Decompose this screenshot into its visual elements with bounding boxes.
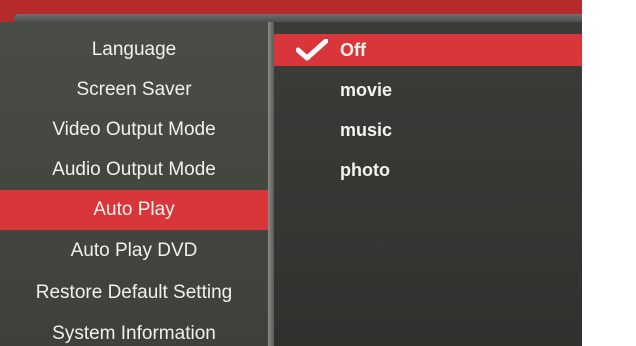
- checkmark-icon: [296, 39, 328, 61]
- menu-item-label: Auto Play: [93, 199, 175, 220]
- menu-item-audio-output-mode[interactable]: Audio Output Mode: [0, 150, 268, 190]
- menu-item-language[interactable]: Language: [0, 30, 268, 70]
- option-photo[interactable]: photo: [274, 154, 582, 186]
- menu-item-label: Restore Default Setting: [35, 282, 233, 303]
- menu-item-label: Auto Play DVD: [70, 240, 198, 261]
- menu-item-label: Language: [91, 39, 177, 60]
- option-label: Off: [340, 39, 366, 60]
- menu-item-video-output-mode[interactable]: Video Output Mode: [0, 110, 268, 150]
- menu-item-screen-saver[interactable]: Screen Saver: [0, 70, 268, 110]
- settings-screen: Language Screen Saver Video Output Mode …: [0, 0, 582, 346]
- options-panel: Off movie music photo: [274, 22, 582, 346]
- settings-menu: Language Screen Saver Video Output Mode …: [0, 22, 270, 346]
- option-movie[interactable]: movie: [274, 74, 582, 106]
- menu-item-label: Audio Output Mode: [52, 159, 216, 180]
- option-music[interactable]: music: [274, 114, 582, 146]
- menu-item-label: System Information: [52, 323, 216, 344]
- option-label: movie: [340, 79, 393, 100]
- menu-item-label: Screen Saver: [76, 79, 192, 100]
- option-label: photo: [340, 159, 390, 180]
- title-bar: [14, 14, 582, 22]
- menu-item-restore-default-setting[interactable]: Restore Default Setting: [0, 273, 268, 313]
- menu-item-label: Video Output Mode: [52, 119, 216, 140]
- option-label: music: [340, 119, 393, 140]
- menu-item-auto-play-dvd[interactable]: Auto Play DVD: [0, 231, 268, 271]
- option-off[interactable]: Off: [274, 34, 582, 66]
- menu-item-auto-play[interactable]: Auto Play: [0, 190, 268, 230]
- menu-item-system-information[interactable]: System Information: [0, 314, 268, 346]
